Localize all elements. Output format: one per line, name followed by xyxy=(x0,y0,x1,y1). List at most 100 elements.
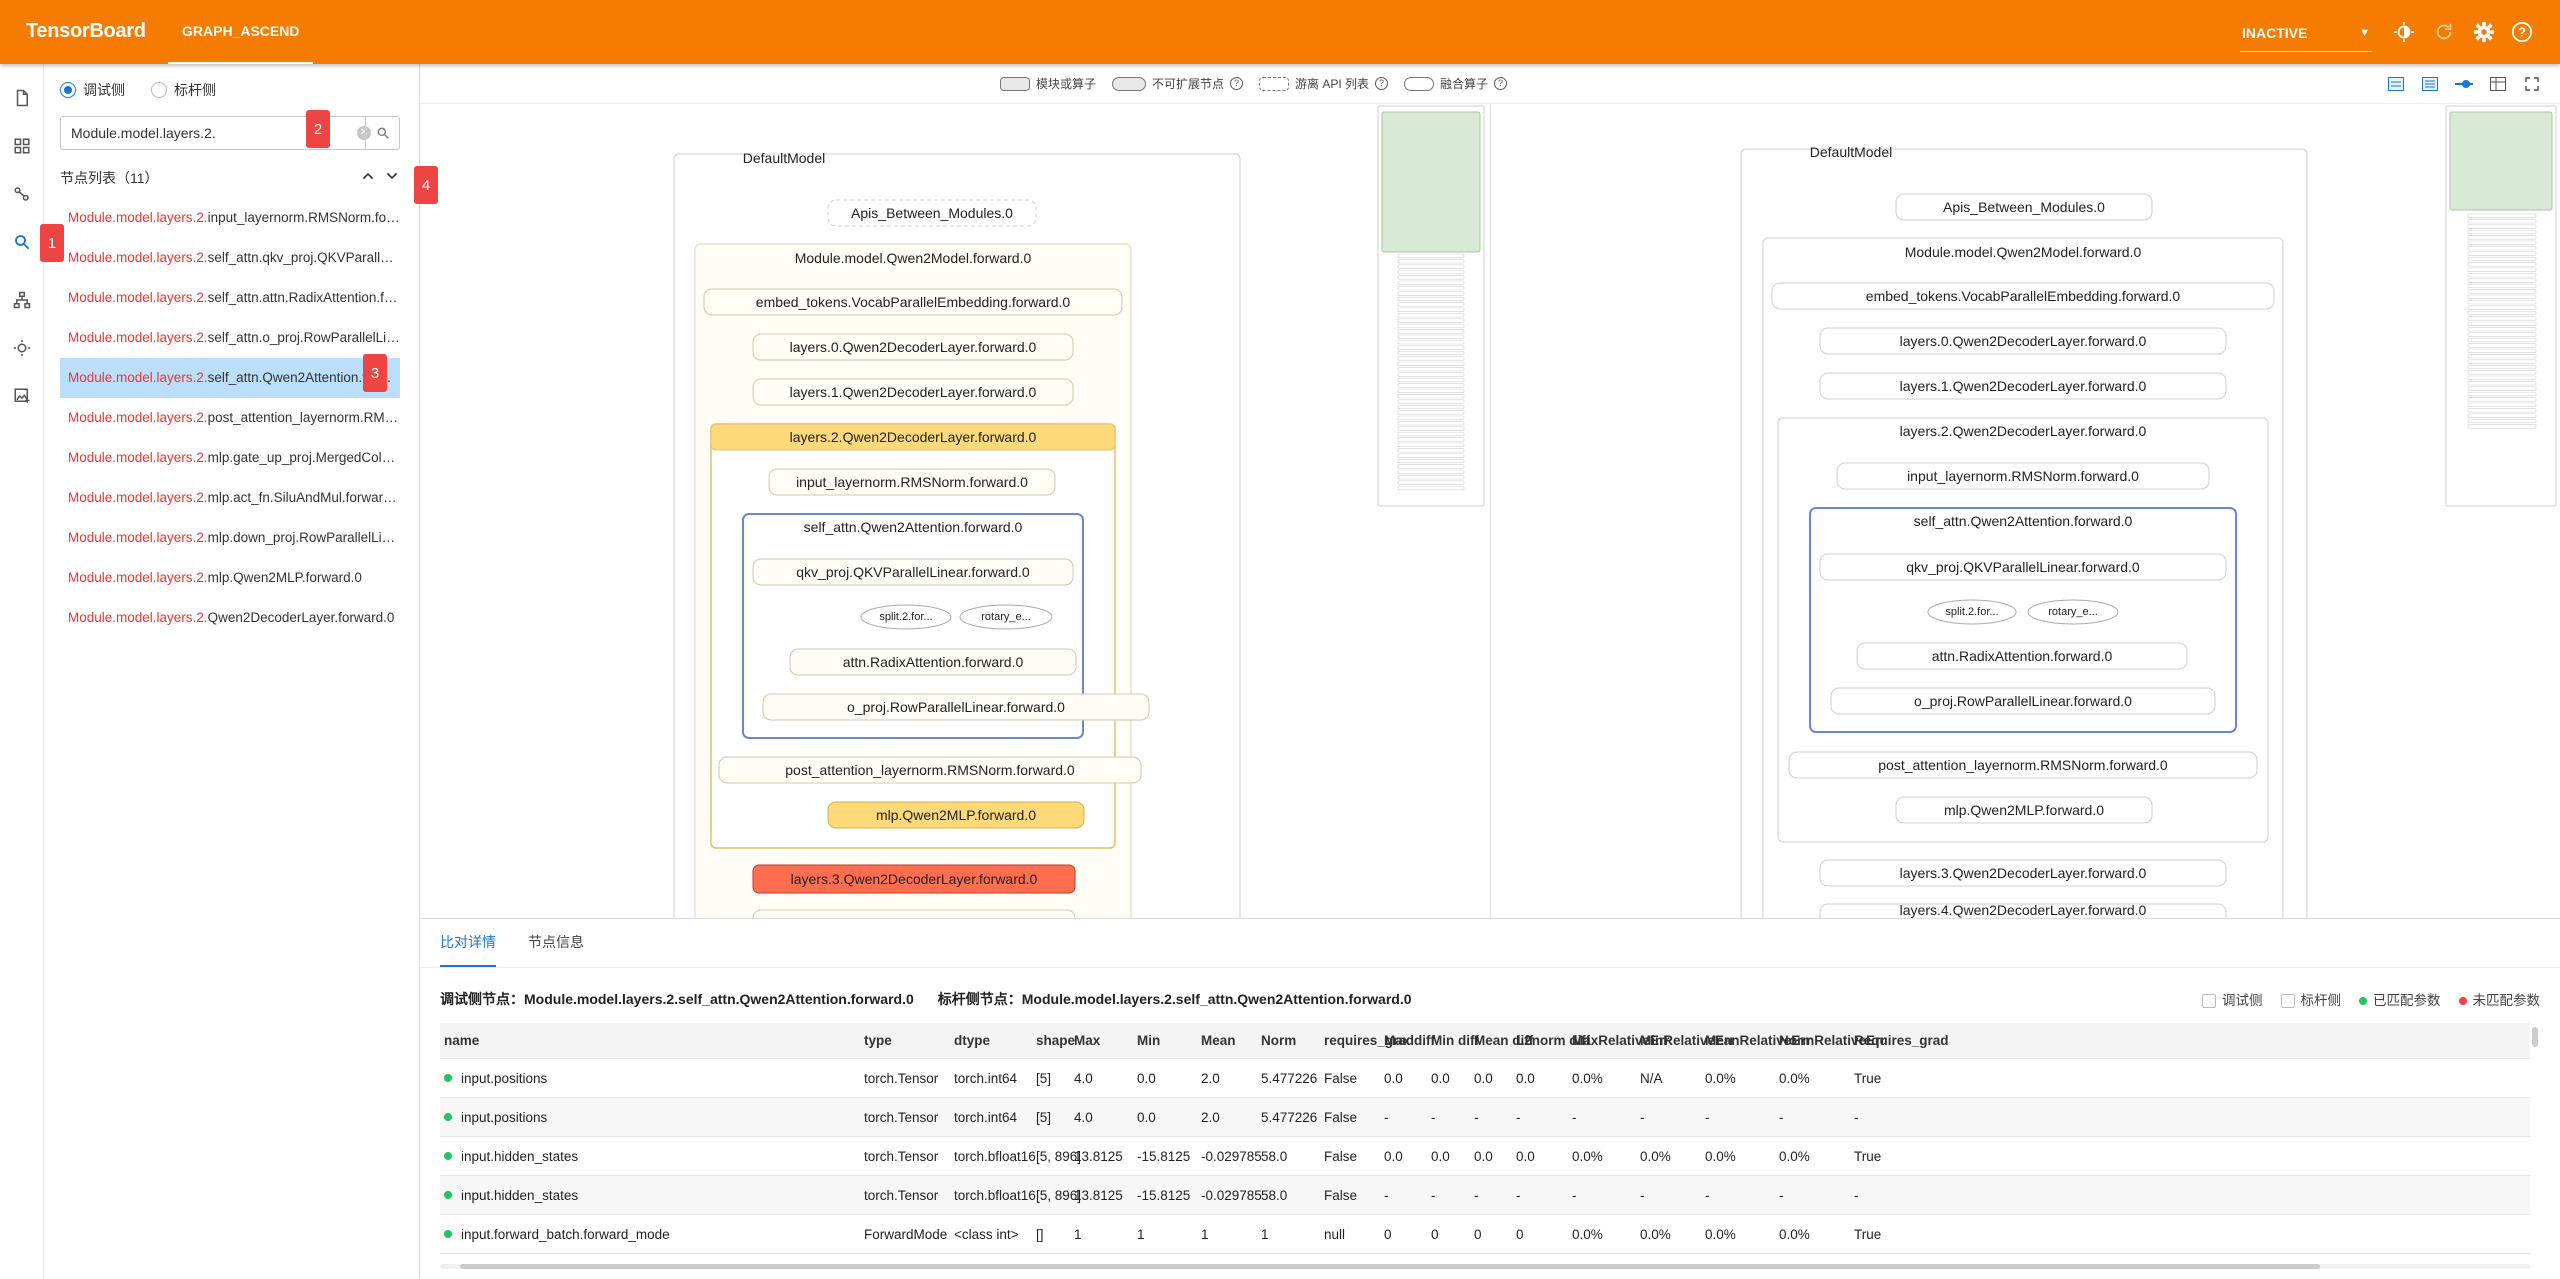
callout-badge: 1 xyxy=(40,224,64,262)
settings-gear-icon[interactable] xyxy=(2470,18,2498,46)
graph-node-qkv-proj[interactable]: qkv_proj.QKVParallelLinear.forward.0 xyxy=(753,559,1073,585)
node-list-item[interactable]: Module.model.layers.2.mlp.down_proj.RowP… xyxy=(60,518,400,558)
graph-node-attn[interactable]: attn.RadixAttention.forward.0 xyxy=(1857,643,2187,669)
graph-node-layer1[interactable]: layers.1.Qwen2DecoderLayer.forward.0 xyxy=(753,379,1073,405)
node-list-item[interactable]: Module.model.layers.2.mlp.act_fn.SiluAnd… xyxy=(60,478,400,518)
tab-compare-detail[interactable]: 比对详情 xyxy=(440,919,496,967)
graph-module-self-attn-label[interactable]: self_attn.Qwen2Attention.forward.0 xyxy=(746,516,1080,538)
help-icon[interactable]: ? xyxy=(1230,77,1244,90)
column-header[interactable]: shape xyxy=(1036,1023,1075,1058)
align-both-icon[interactable] xyxy=(2420,74,2440,94)
graph-module-layer2-label[interactable]: layers.2.Qwen2DecoderLayer.forward.0 xyxy=(1780,420,2266,442)
graph-node-apis[interactable]: Apis_Between_Modules.0 xyxy=(828,200,1036,226)
hierarchy-icon[interactable] xyxy=(8,286,36,314)
link-nodes-icon[interactable] xyxy=(8,180,36,208)
refresh-icon[interactable] xyxy=(2430,18,2458,46)
table-cell: torch.Tensor xyxy=(864,1148,939,1164)
param-name: input.forward_batch.forward_mode xyxy=(461,1226,670,1242)
node-list-item[interactable]: Module.model.layers.2.mlp.gate_up_proj.M… xyxy=(60,438,400,478)
graph-node-attn[interactable]: attn.RadixAttention.forward.0 xyxy=(790,649,1076,675)
grid-icon[interactable] xyxy=(8,132,36,160)
graph-node-rotary[interactable]: rotary_e... xyxy=(960,605,1052,629)
table-cell: 13.8125 xyxy=(1074,1187,1123,1203)
column-header[interactable]: Max diff xyxy=(1384,1023,1435,1058)
fullscreen-icon[interactable] xyxy=(2522,74,2542,94)
graph-node-qkv-proj[interactable]: qkv_proj.QKVParallelLinear.forward.0 xyxy=(1820,554,2226,580)
radio-debug-side[interactable]: 调试侧 xyxy=(60,80,125,100)
graph-node-embed[interactable]: embed_tokens.VocabParallelEmbedding.forw… xyxy=(704,289,1122,315)
tab-node-info[interactable]: 节点信息 xyxy=(528,919,584,967)
table-cell: - xyxy=(1384,1187,1389,1203)
column-header[interactable]: Max xyxy=(1074,1023,1100,1058)
model-graph-canvas[interactable]: DefaultModel Apis_Between_Modules.0 Modu… xyxy=(420,104,2560,918)
filter-bench-checkbox[interactable]: 标杆侧 xyxy=(2280,989,2341,1009)
radio-bench-side[interactable]: 标杆侧 xyxy=(151,80,216,100)
graph-module-model-label[interactable]: Module.model.Qwen2Model.forward.0 xyxy=(702,246,1124,270)
node-list-item[interactable]: Module.model.layers.2.self_attn.Qwen2Att… xyxy=(60,358,400,398)
align-left-icon[interactable] xyxy=(2386,74,2406,94)
graph-node-input-layernorm[interactable]: input_layernorm.RMSNorm.forward.0 xyxy=(769,469,1055,495)
graph-node-layer0[interactable]: layers.0.Qwen2DecoderLayer.forward.0 xyxy=(753,334,1073,360)
prev-result-chevron-up-icon[interactable] xyxy=(360,168,376,187)
help-icon[interactable]: ? xyxy=(1494,77,1508,90)
sync-toggle-icon[interactable] xyxy=(2454,74,2474,94)
node-list-item[interactable]: Module.model.layers.2.post_attention_lay… xyxy=(60,398,400,438)
table-cell: 0.0 xyxy=(1384,1070,1403,1086)
graph-module-layer2-label[interactable]: layers.2.Qwen2DecoderLayer.forward.0 xyxy=(718,425,1108,449)
column-header[interactable]: type xyxy=(864,1023,892,1058)
graph-node-layer3[interactable]: layers.3.Qwen2DecoderLayer.forward.0 xyxy=(753,865,1075,893)
node-list-item[interactable]: Module.model.layers.2.self_attn.o_proj.R… xyxy=(60,318,400,358)
graph-node-split[interactable]: split.2.for... xyxy=(1928,600,2016,624)
graph-node-embed[interactable]: embed_tokens.VocabParallelEmbedding.forw… xyxy=(1772,283,2274,309)
search-button[interactable] xyxy=(365,117,399,149)
column-header[interactable]: Mean xyxy=(1201,1023,1236,1058)
graph-node-post-attention-layernorm[interactable]: post_attention_layernorm.RMSNorm.forward… xyxy=(1789,752,2257,778)
search-icon[interactable] xyxy=(8,228,36,256)
column-header[interactable]: name xyxy=(444,1023,479,1058)
table-view-icon[interactable] xyxy=(2488,74,2508,94)
table-horizontal-scrollbar[interactable] xyxy=(440,1261,2530,1271)
file-icon[interactable] xyxy=(8,84,36,112)
help-icon[interactable]: ? xyxy=(1375,77,1389,90)
help-icon[interactable]: ? xyxy=(2508,18,2536,46)
filter-unmatched[interactable]: 未匹配参数 xyxy=(2458,989,2540,1009)
graph-node-layer1[interactable]: layers.1.Qwen2DecoderLayer.forward.0 xyxy=(1820,373,2226,399)
graph-module-model-label[interactable]: Module.model.Qwen2Model.forward.0 xyxy=(1763,240,2283,264)
column-header[interactable]: Requires_grad xyxy=(1854,1023,1949,1058)
light-settings-icon[interactable] xyxy=(8,334,36,362)
theme-toggle-icon[interactable] xyxy=(2390,18,2418,46)
graph-node-layer3[interactable]: layers.3.Qwen2DecoderLayer.forward.0 xyxy=(1820,860,2226,886)
graph-node-layer4[interactable]: layers.4.Qwen2DecoderLayer.forward.0 xyxy=(1820,904,2226,918)
table-vertical-scrollbar[interactable] xyxy=(2532,1023,2538,1259)
filter-debug-checkbox[interactable]: 调试侧 xyxy=(2202,989,2263,1009)
tab-graph-ascend[interactable]: GRAPH_ASCEND xyxy=(168,0,314,64)
node-list-item[interactable]: Module.model.layers.2.Qwen2DecoderLayer.… xyxy=(60,598,400,638)
graph-minimap-row xyxy=(1397,426,1465,431)
next-result-chevron-down-icon[interactable] xyxy=(384,168,400,187)
graph-node-layer0[interactable]: layers.0.Qwen2DecoderLayer.forward.0 xyxy=(1820,328,2226,354)
run-select[interactable]: INACTIVE ▼ xyxy=(2240,16,2372,52)
graph-node-rotary[interactable]: rotary_e... xyxy=(2028,600,2118,624)
graph-node-post-attention-layernorm[interactable]: post_attention_layernorm.RMSNorm.forward… xyxy=(719,757,1141,783)
node-list-item[interactable]: Module.model.layers.2.self_attn.qkv_proj… xyxy=(60,238,400,278)
graph-node-input-layernorm[interactable]: input_layernorm.RMSNorm.forward.0 xyxy=(1837,463,2209,489)
node-list-item[interactable]: Module.model.layers.2.mlp.Qwen2MLP.forwa… xyxy=(60,558,400,598)
column-header[interactable]: dtype xyxy=(954,1023,990,1058)
image-export-icon[interactable] xyxy=(8,382,36,410)
graph-node-o-proj[interactable]: o_proj.RowParallelLinear.forward.0 xyxy=(1831,688,2215,714)
graph-node-o-proj[interactable]: o_proj.RowParallelLinear.forward.0 xyxy=(763,694,1149,720)
node-list-item[interactable]: Module.model.layers.2.input_layernorm.RM… xyxy=(60,198,400,238)
column-header[interactable]: Min xyxy=(1137,1023,1160,1058)
column-header[interactable]: Min diff xyxy=(1431,1023,1479,1058)
graph-node-split[interactable]: split.2.for... xyxy=(861,605,951,629)
graph-node-apis[interactable]: Apis_Between_Modules.0 xyxy=(1896,194,2152,220)
node-search-input[interactable] xyxy=(61,117,329,149)
graph-minimap-row xyxy=(1397,334,1465,339)
column-header[interactable]: Norm xyxy=(1261,1023,1296,1058)
table-cell: True xyxy=(1854,1148,1882,1164)
filter-matched[interactable]: 已匹配参数 xyxy=(2359,989,2441,1009)
node-list-item[interactable]: Module.model.layers.2.self_attn.attn.Rad… xyxy=(60,278,400,318)
graph-node-mlp[interactable]: mlp.Qwen2MLP.forward.0 xyxy=(828,802,1084,828)
graph-module-self-attn-label[interactable]: self_attn.Qwen2Attention.forward.0 xyxy=(1812,510,2234,532)
graph-node-mlp[interactable]: mlp.Qwen2MLP.forward.0 xyxy=(1896,797,2152,823)
